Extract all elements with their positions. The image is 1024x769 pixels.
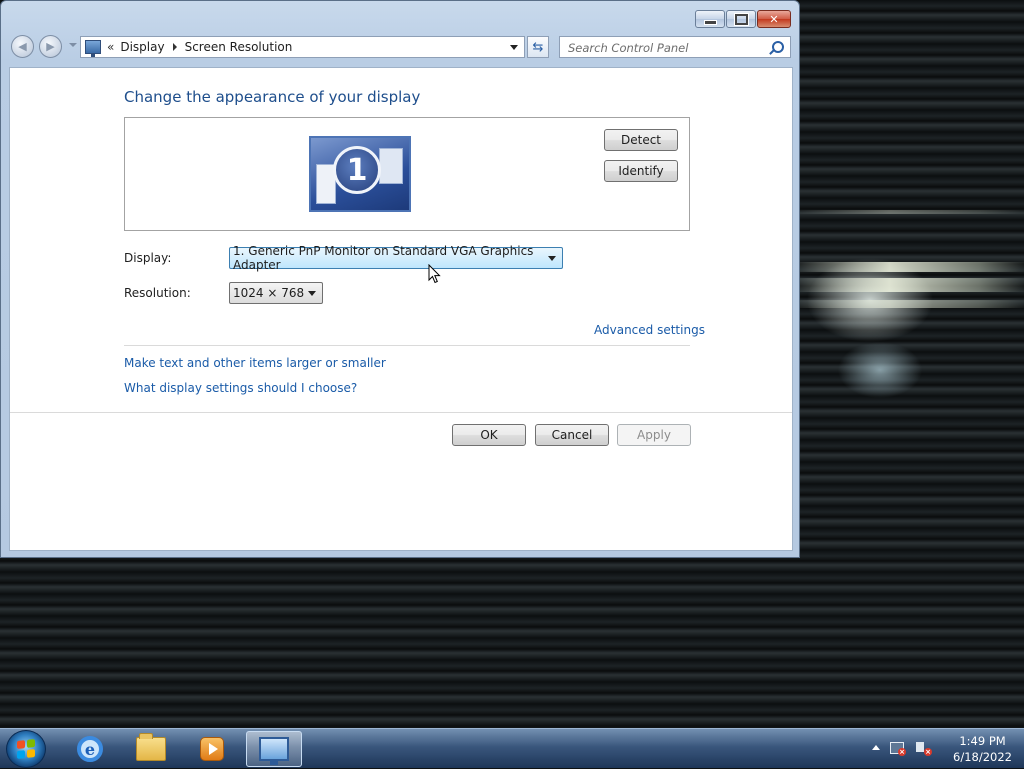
internet-explorer-icon: e bbox=[77, 736, 103, 762]
display-preview-area: 1 Detect Identify bbox=[124, 117, 690, 231]
detect-button[interactable]: Detect bbox=[604, 129, 678, 151]
desktop-wallpaper-streak bbox=[800, 210, 1024, 214]
navigation-bar: ◀ ▶ « Display Screen Resolution ⇆ bbox=[9, 35, 791, 59]
caption-buttons: ✕ bbox=[694, 10, 791, 28]
chevron-down-icon bbox=[548, 256, 556, 261]
ok-button[interactable]: OK bbox=[452, 424, 526, 446]
monitor-preview-window-icon bbox=[379, 148, 403, 184]
resolution-select-value: 1024 × 768 bbox=[233, 286, 305, 300]
content-pane: Change the appearance of your display 1 … bbox=[9, 67, 793, 551]
network-error-icon: × bbox=[898, 748, 906, 756]
address-bar[interactable]: « Display Screen Resolution bbox=[80, 36, 525, 58]
mouse-cursor-icon bbox=[428, 264, 441, 284]
resolution-label: Resolution: bbox=[124, 286, 191, 300]
close-button[interactable]: ✕ bbox=[757, 10, 791, 28]
taskbar-media-player[interactable] bbox=[184, 731, 240, 767]
start-button[interactable] bbox=[6, 730, 46, 768]
monitor-1-preview[interactable]: 1 bbox=[309, 136, 411, 212]
control-panel-display-icon bbox=[85, 40, 101, 57]
taskbar-internet-explorer[interactable]: e bbox=[62, 731, 118, 767]
clock-date: 6/18/2022 bbox=[953, 750, 1012, 764]
close-icon: ✕ bbox=[769, 12, 779, 26]
maximize-button[interactable] bbox=[726, 10, 756, 28]
display-settings-help-link[interactable]: What display settings should I choose? bbox=[124, 381, 357, 395]
forward-button[interactable]: ▶ bbox=[39, 35, 62, 58]
display-select-value: 1. Generic PnP Monitor on Standard VGA G… bbox=[233, 244, 534, 272]
cancel-button[interactable]: Cancel bbox=[535, 424, 609, 446]
breadcrumb-screen-resolution[interactable]: Screen Resolution bbox=[185, 40, 293, 54]
display-label: Display: bbox=[124, 251, 172, 265]
search-box[interactable] bbox=[559, 36, 791, 58]
refresh-icon: ⇆ bbox=[532, 39, 544, 55]
divider bbox=[124, 345, 690, 346]
show-hidden-icons-icon[interactable] bbox=[872, 745, 880, 750]
clock-time: 1:49 PM bbox=[959, 734, 1006, 748]
address-overflow-chevron[interactable]: « bbox=[107, 40, 114, 54]
taskbar: e × × 1:49 PM 6/18/2022 bbox=[0, 728, 1024, 768]
minimize-icon bbox=[703, 19, 717, 25]
maximize-icon bbox=[734, 13, 748, 25]
divider bbox=[10, 412, 792, 413]
resolution-select[interactable]: 1024 × 768 bbox=[229, 282, 323, 304]
identify-button[interactable]: Identify bbox=[604, 160, 678, 182]
search-icon[interactable] bbox=[772, 41, 784, 53]
text-size-link[interactable]: Make text and other items larger or smal… bbox=[124, 356, 386, 370]
breadcrumb-separator-icon[interactable] bbox=[172, 43, 177, 51]
screen-resolution-window: ✕ ◀ ▶ « Display Screen Resolution ⇆ Chan… bbox=[0, 0, 800, 558]
address-dropdown-icon[interactable] bbox=[510, 45, 518, 50]
folder-icon bbox=[136, 733, 166, 761]
back-arrow-icon: ◀ bbox=[18, 40, 27, 53]
back-button[interactable]: ◀ bbox=[11, 35, 34, 58]
apply-button[interactable]: Apply bbox=[617, 424, 691, 446]
display-settings-icon bbox=[259, 737, 289, 765]
desktop-wallpaper-streak bbox=[800, 262, 1024, 272]
clock[interactable]: 1:49 PM 6/18/2022 bbox=[953, 733, 1012, 765]
windows-logo-icon bbox=[17, 739, 35, 759]
chevron-down-icon bbox=[308, 291, 316, 296]
display-select[interactable]: 1. Generic PnP Monitor on Standard VGA G… bbox=[229, 244, 563, 272]
volume-muted-icon: × bbox=[924, 748, 932, 756]
forward-arrow-icon: ▶ bbox=[46, 40, 55, 53]
volume-icon[interactable] bbox=[916, 742, 924, 752]
advanced-settings-link[interactable]: Advanced settings bbox=[594, 323, 705, 337]
monitor-number-badge: 1 bbox=[333, 146, 381, 194]
search-input[interactable] bbox=[566, 38, 770, 58]
desktop-wallpaper-streak bbox=[800, 278, 1024, 292]
notification-area: × × 1:49 PM 6/18/2022 bbox=[864, 729, 1024, 769]
minimize-button[interactable] bbox=[695, 10, 725, 28]
breadcrumb-display[interactable]: Display bbox=[120, 40, 164, 54]
taskbar-windows-explorer[interactable] bbox=[123, 731, 179, 767]
desktop-wallpaper-streak bbox=[800, 300, 1024, 308]
recent-pages-dropdown[interactable] bbox=[69, 43, 77, 47]
media-player-icon bbox=[200, 737, 224, 761]
refresh-button[interactable]: ⇆ bbox=[527, 36, 549, 58]
page-title: Change the appearance of your display bbox=[124, 88, 421, 106]
taskbar-screen-resolution[interactable] bbox=[246, 731, 302, 767]
